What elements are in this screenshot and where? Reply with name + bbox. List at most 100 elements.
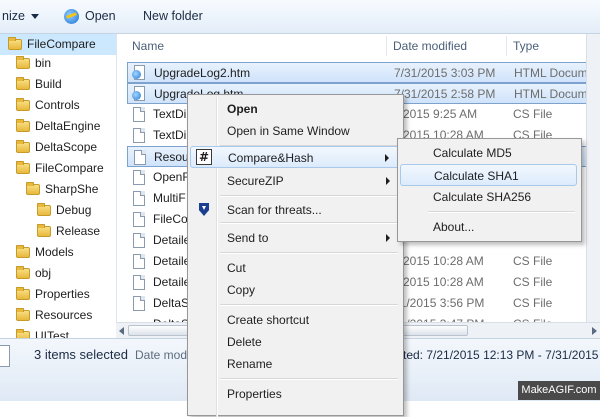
column-header-name[interactable]: Name [132,34,164,58]
nav-item-resources[interactable]: Resources [16,305,92,326]
file-name: DeltaS [153,314,189,322]
file-date: 31/2015 3:56 PM [393,296,485,310]
folder-icon [16,56,30,70]
file-icon [133,296,145,311]
nav-item-filecompare[interactable]: FileCompare [16,158,104,179]
nav-item-release[interactable]: Release [37,221,100,242]
column-divider[interactable] [386,36,387,56]
menu-item-create-shortcut[interactable]: Create shortcut [190,309,400,331]
submenu-item-calculate-md5[interactable]: Calculate MD5 [400,142,577,164]
submenu-arrow-icon [386,234,390,242]
file-icon [133,170,145,185]
menu-item-rename[interactable]: Rename [190,353,400,375]
file-name: UpgradeLog2.htm [154,66,251,80]
menu-item-label: Open [227,102,258,116]
file-name: Detaile [153,254,191,268]
nav-item-filecompare-root[interactable]: FileCompare [0,34,116,55]
file-name: MultiF [153,191,186,205]
menu-item-label: Scan for threats... [227,203,322,217]
submenu-item-about[interactable]: About... [400,216,577,238]
file-type: CS File [513,254,553,268]
file-icon [133,191,145,206]
nav-item-label: obj [35,266,52,280]
menu-item-open[interactable]: Open [190,98,400,120]
file-icon [134,150,146,165]
file-icon [133,254,145,269]
menu-item-delete[interactable]: Delete [190,331,400,353]
column-header-date[interactable]: Date modified [393,34,467,58]
nav-item-bin[interactable]: bin [16,53,51,74]
nav-item-deltascope[interactable]: DeltaScope [16,137,97,158]
date-modified-label: Date mod [135,348,188,362]
internet-explorer-icon [64,9,79,25]
new-folder-button[interactable]: New folder [143,0,203,33]
file-icon [133,275,145,290]
nav-item-controls[interactable]: Controls [16,95,80,116]
file-date: 4/2015 10:28 AM [393,275,484,289]
file-type: CS File [513,296,553,310]
nav-item-obj[interactable]: obj [16,263,51,284]
menu-item-cut[interactable]: Cut [190,257,400,279]
menu-item-send-to[interactable]: Send to [190,227,400,249]
file-row[interactable]: UpgradeLog2.htm 7/31/2015 3:03 PM HTML D… [127,62,600,83]
menu-item-label: Copy [227,283,256,297]
nav-item-label: Build [35,77,62,91]
nav-item-models[interactable]: Models [16,242,74,263]
folder-icon [37,224,51,238]
htm-file-icon [132,65,147,81]
menu-item-label: SecureZIP [227,174,284,188]
submenu-item-calculate-sha1[interactable]: Calculate SHA1 [400,164,577,186]
folder-icon [16,287,30,301]
submenu-item-label: Calculate MD5 [433,146,512,160]
file-name: TextDi [153,107,187,121]
nav-item-label: DeltaEngine [35,119,101,133]
menu-item-securezip[interactable]: SecureZIP [190,170,400,192]
menu-item-compare-hash[interactable]: # Compare&Hash [190,146,400,168]
folder-icon [16,140,30,154]
file-date: 31/2015 3:47 PM [393,314,484,322]
hash-icon: # [196,149,212,165]
menu-item-label: Compare&Hash [228,151,314,165]
scroll-right-arrow-icon[interactable] [592,327,597,335]
file-name: TextDi [153,128,187,142]
file-type: CS File [513,275,553,289]
nav-item-sharpshe[interactable]: SharpShe [26,179,98,200]
nav-item-build[interactable]: Build [16,74,62,95]
column-header-type[interactable]: Type [513,34,539,58]
file-date: 4/2015 9:25 AM [393,107,478,121]
scroll-left-arrow-icon[interactable] [119,327,124,335]
menu-item-label: Create shortcut [227,313,310,327]
vertical-scrollbar[interactable] [586,34,600,322]
nav-item-label: SharpShe [45,182,99,196]
nav-item-label: Debug [56,203,92,217]
menu-item-open-same-window[interactable]: Open in Same Window [190,120,400,142]
open-button[interactable]: Open [64,0,116,33]
submenu-item-label: Calculate SHA256 [433,190,532,204]
nav-item-properties[interactable]: Properties [16,284,90,305]
menu-item-label: Cut [227,261,246,275]
menu-item-scan-for-threats[interactable]: Scan for threats... [190,199,400,221]
nav-item-label: bin [35,56,52,70]
file-date: 7/31/2015 2:58 PM [394,87,496,101]
command-bar: nize Open New folder [0,0,600,34]
organize-button[interactable]: nize [2,0,39,33]
watermark: MakeAGIF.com [518,381,600,400]
menu-item-copy[interactable]: Copy [190,279,400,301]
submenu-item-calculate-sha256[interactable]: Calculate SHA256 [400,186,577,208]
nav-item-debug[interactable]: Debug [37,200,91,221]
menu-separator [220,222,398,224]
folder-icon [16,119,30,133]
submenu-arrow-icon [385,154,389,162]
file-icon [0,345,10,367]
file-name: Detaile [153,275,191,289]
navigation-pane: FileCompare bin Build Controls DeltaEngi… [0,34,117,340]
folder-icon [16,266,30,280]
menu-item-label: Rename [227,357,273,371]
folder-icon [16,308,30,322]
menu-item-properties[interactable]: Properties [190,383,400,405]
menu-separator [220,252,398,254]
column-divider[interactable] [506,36,507,56]
nav-item-deltaengine[interactable]: DeltaEngine [16,116,100,137]
folder-icon [16,245,30,259]
selection-count: 3 items selected [34,347,128,362]
